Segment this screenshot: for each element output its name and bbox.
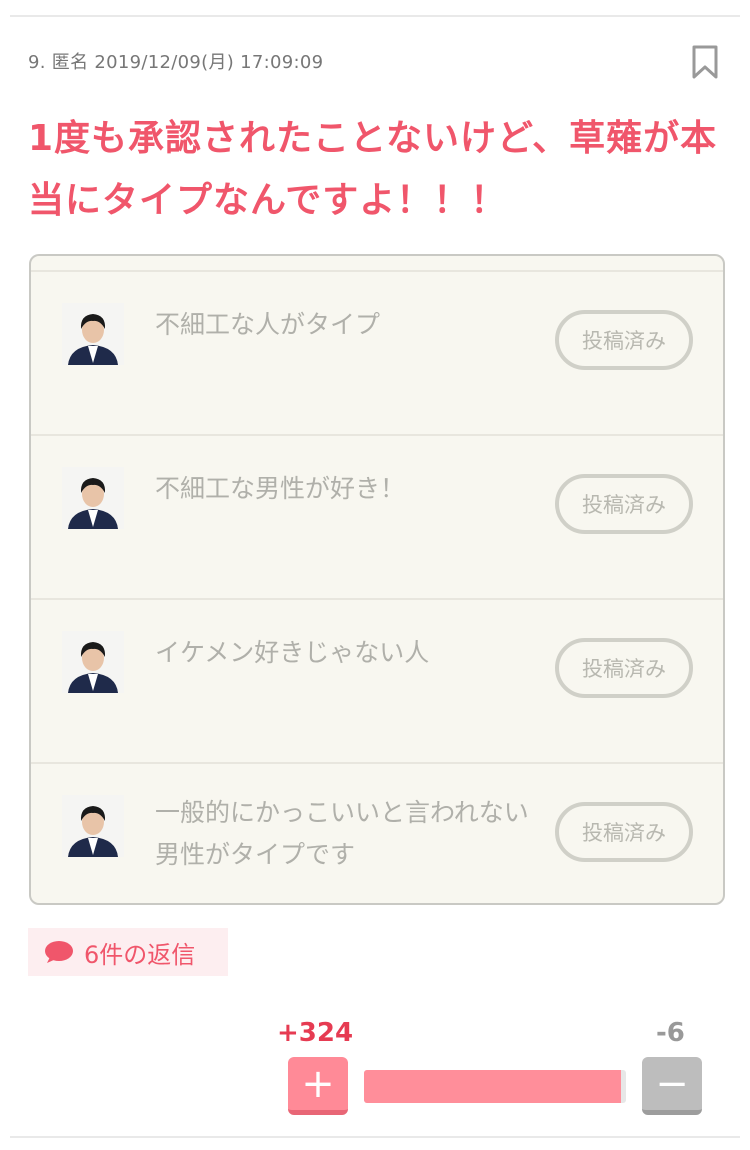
bottom-divider — [10, 1136, 740, 1138]
topic-title: 一般的にかっこいいと言われない男性がタイプです — [155, 798, 529, 869]
topic-item[interactable]: イケメン好きじゃない人 投稿済み — [31, 598, 723, 762]
avatar — [62, 795, 124, 857]
vote-ratio-bar — [364, 1070, 626, 1103]
topic-title: 不細工な男性が好き！ — [155, 474, 406, 503]
topic-item[interactable]: 不細工な人がタイプ 投稿済み — [31, 270, 723, 434]
top-divider — [10, 15, 740, 17]
posted-status-button[interactable]: 投稿済み — [555, 310, 693, 370]
minus-vote-button[interactable]: − — [642, 1057, 702, 1115]
minus-vote-count: -6 — [656, 1018, 685, 1048]
speech-bubble-icon — [45, 941, 73, 963]
replies-button[interactable]: 6件の返信 — [28, 928, 228, 976]
avatar — [62, 303, 124, 365]
bookmark-icon[interactable] — [690, 44, 720, 80]
topic-title: イケメン好きじゃない人 — [155, 638, 430, 667]
topic-title: 不細工な人がタイプ — [155, 310, 381, 339]
topic-item[interactable]: 不細工な男性が好き！ 投稿済み — [31, 434, 723, 598]
avatar — [62, 467, 124, 529]
posted-status-button[interactable]: 投稿済み — [555, 474, 693, 534]
comment-text: 1度も承認されたことないけど、草薙が本当にタイプなんですよ！！！ — [28, 118, 718, 221]
person-photo-icon — [62, 467, 124, 529]
avatar — [62, 631, 124, 693]
topic-item[interactable]: 一般的にかっこいいと言われない男性がタイプです 投稿済み — [31, 762, 723, 903]
person-photo-icon — [62, 303, 124, 365]
comment-meta: 9. 匿名 2019/12/09(月) 17:09:09 — [28, 52, 324, 73]
person-photo-icon — [62, 795, 124, 857]
plus-vote-count: +324 — [277, 1018, 354, 1048]
person-photo-icon — [62, 631, 124, 693]
replies-label: 6件の返信 — [84, 940, 196, 969]
plus-vote-button[interactable]: + — [288, 1057, 348, 1115]
vote-ratio-fill — [364, 1070, 622, 1103]
related-topics-list: 不細工な人がタイプ 投稿済み 不細工な男性が好き！ 投稿済み イケメン好きじゃな… — [29, 254, 725, 905]
posted-status-button[interactable]: 投稿済み — [555, 638, 693, 698]
posted-status-button[interactable]: 投稿済み — [555, 802, 693, 862]
